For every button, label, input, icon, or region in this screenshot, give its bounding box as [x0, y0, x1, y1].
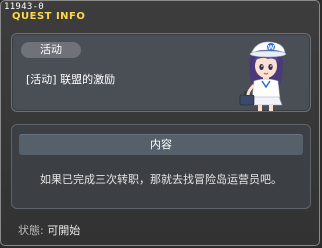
- status-value: 可開始: [47, 224, 81, 237]
- svg-text:W: W: [268, 45, 275, 52]
- window-title: QUEST INFO: [12, 11, 86, 22]
- quest-status: 状態: 可開始: [18, 222, 80, 238]
- status-label: 状態:: [18, 224, 44, 237]
- category-badge: 活动: [21, 42, 81, 58]
- quest-info-window: 11943-0 QUEST INFO 活动 [活动] 联盟的激励 W 内容 如果…: [0, 0, 320, 246]
- quest-content-panel: 内容 如果已完成三次转职，那就去找冒险岛运营员吧。: [11, 124, 311, 209]
- quest-description: 如果已完成三次转职，那就去找冒险岛运营员吧。: [40, 173, 282, 186]
- content-header: 内容: [19, 134, 303, 155]
- quest-name: [活动] 联盟的激励: [26, 73, 116, 86]
- quest-summary-panel: 活动 [活动] 联盟的激励 W: [11, 33, 311, 112]
- npc-portrait-icon: W: [239, 41, 287, 111]
